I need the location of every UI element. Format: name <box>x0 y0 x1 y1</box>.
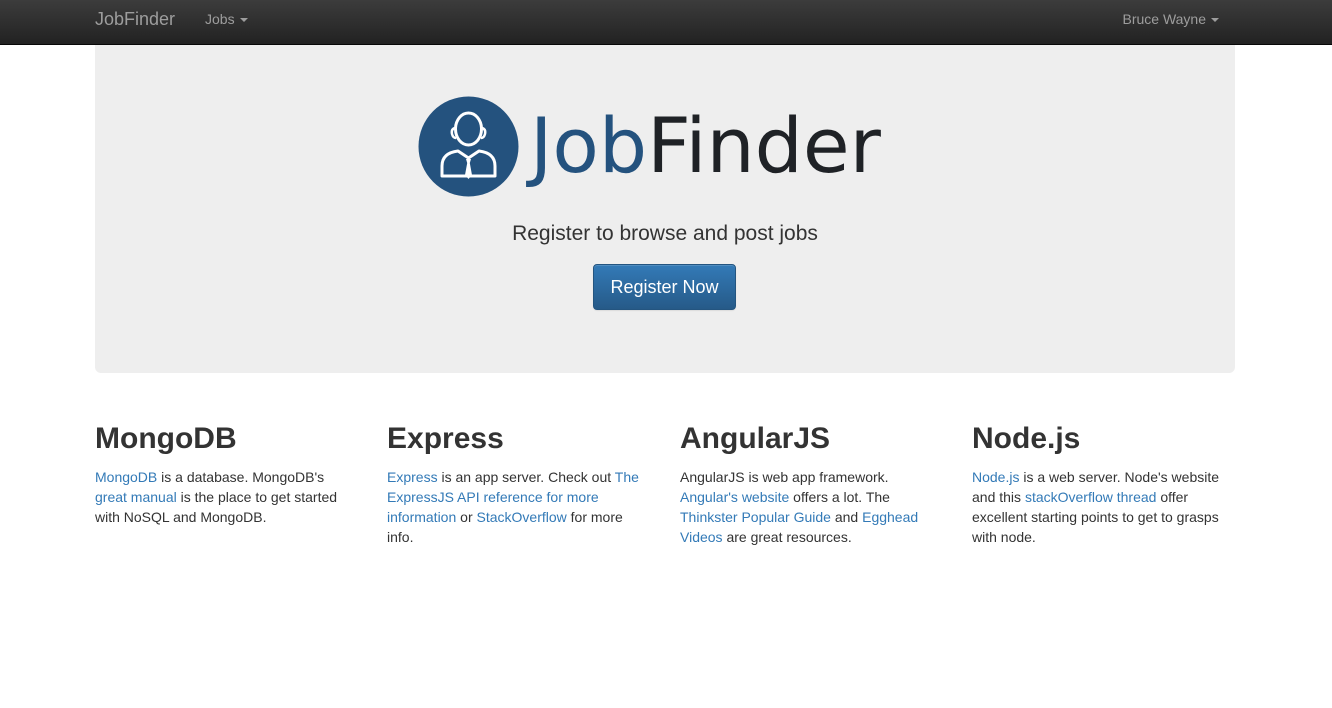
jumbotron: JobFinder Register to browse and post jo… <box>95 45 1235 373</box>
column-title: Node.js <box>972 422 1081 455</box>
user-dropdown-label: Bruce Wayne <box>1122 11 1206 27</box>
navbar: JobFinder Jobs Bruce Wayne <box>0 0 1332 45</box>
column-title: Express <box>387 422 504 455</box>
logo-wordmark-job: Job <box>530 101 648 190</box>
thinkster-guide-link[interactable]: Thinkster Popular Guide <box>680 509 831 525</box>
column-text: MongoDB is a database. MongoDB's great m… <box>95 469 338 525</box>
nodejs-column: Node.js Node.js is a web server. Node's … <box>972 420 1234 547</box>
nodejs-link[interactable]: Node.js <box>972 469 1019 485</box>
tagline: Register to browse and post jobs <box>512 222 818 245</box>
angular-website-link[interactable]: Angular's website <box>680 489 789 505</box>
express-link[interactable]: Express <box>387 469 438 485</box>
mongodb-link[interactable]: MongoDB <box>95 469 157 485</box>
great-manual-link[interactable]: great manual <box>95 489 177 505</box>
caret-down-icon <box>1211 18 1219 23</box>
mongodb-column: MongoDB MongoDB is a database. MongoDB's… <box>95 420 357 527</box>
businessman-avatar-icon <box>418 96 519 197</box>
brand-link[interactable]: JobFinder <box>95 0 175 45</box>
jobs-dropdown[interactable]: Jobs <box>205 0 248 45</box>
column-title: AngularJS <box>680 422 831 455</box>
column-text: AngularJS is web app framework. Angular'… <box>680 469 919 545</box>
logo-wordmark-finder: Finder <box>647 101 881 190</box>
user-dropdown[interactable]: Bruce Wayne <box>1122 0 1219 45</box>
jobfinder-logo: JobFinder <box>418 96 918 200</box>
angularjs-column: AngularJS AngularJS is web app framework… <box>680 420 930 547</box>
column-title: MongoDB <box>95 422 237 455</box>
express-column: Express Express is an app server. Check … <box>387 420 649 547</box>
register-now-button[interactable]: Register Now <box>593 264 736 310</box>
caret-down-icon <box>239 18 248 23</box>
logo-wordmark: JobFinder <box>530 96 881 196</box>
column-text: Express is an app server. Check out The … <box>387 469 639 545</box>
jobs-dropdown-label: Jobs <box>205 11 235 27</box>
stackoverflow-link[interactable]: StackOverflow <box>477 509 567 525</box>
column-text: Node.js is a web server. Node's website … <box>972 469 1220 545</box>
stackoverflow-thread-link[interactable]: stackOverflow thread <box>1025 489 1157 505</box>
